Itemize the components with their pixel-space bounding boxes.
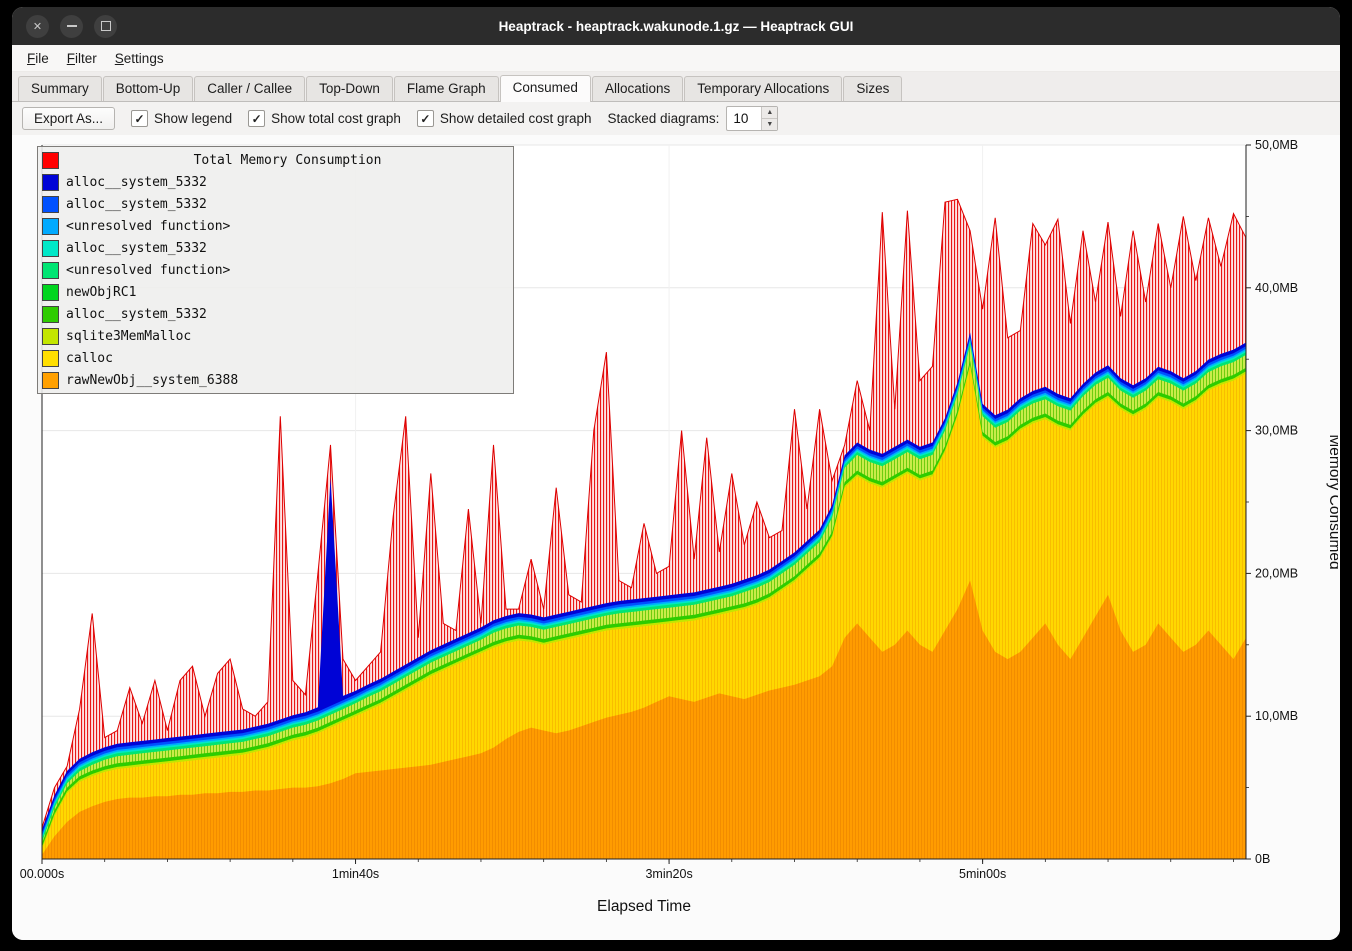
legend-row: calloc [42,347,509,369]
stacked-diagrams-label: Stacked diagrams: [608,111,720,126]
menu-settings[interactable]: Settings [106,48,173,69]
tab-summary[interactable]: Summary [18,76,102,101]
window-controls: ✕ [26,7,128,45]
legend-row: <unresolved function> [42,215,509,237]
minimize-icon [67,25,77,27]
menu-file[interactable]: File [18,48,58,69]
legend-label: <unresolved function> [66,263,230,278]
legend-row: alloc__system_5332 [42,193,509,215]
legend-row: alloc__system_5332 [42,237,509,259]
x-tick-label: 3min20s [645,867,692,881]
tab-sizes[interactable]: Sizes [843,76,902,101]
legend-label: calloc [66,351,113,366]
tab-caller-callee[interactable]: Caller / Callee [194,76,305,101]
stacked-diagrams-spinbox[interactable]: 10 ▲ ▼ [726,106,778,131]
checkbox-label: Show legend [154,111,232,126]
y-tick-label: 50,0MB [1255,138,1298,152]
stacked-diagrams-control: Stacked diagrams: 10 ▲ ▼ [608,106,779,131]
maximize-button[interactable] [94,15,117,38]
legend-row: <unresolved function> [42,259,509,281]
stacked-diagrams-value: 10 [727,107,761,130]
toolbar: Export As... ✓ Show legend ✓ Show total cos… [12,102,1340,135]
legend-row: newObjRC1 [42,281,509,303]
chart-legend: Total Memory Consumption alloc__system_53… [37,146,514,394]
legend-swatch [42,240,59,257]
spin-up-button[interactable]: ▲ [762,107,777,119]
window-title: Heaptrack - heaptrack.wakunode.1.gz — He… [12,19,1340,34]
tab-bottom-up[interactable]: Bottom-Up [103,76,194,101]
x-axis-label: Elapsed Time [597,898,691,915]
legend-label: alloc__system_5332 [66,175,207,190]
close-icon: ✕ [33,20,42,33]
tab-consumed[interactable]: Consumed [500,75,591,102]
legend-swatch [42,152,59,169]
checkbox-label: Show total cost graph [271,111,401,126]
x-tick-label: 1min40s [332,867,379,881]
checkbox-group: ✓ Show legend ✓ Show total cost graph ✓ Show … [131,110,592,127]
maximize-icon [101,21,111,31]
y-tick-label: 30,0MB [1255,424,1298,438]
legend-swatch [42,328,59,345]
spin-buttons: ▲ ▼ [761,107,777,130]
legend-row: alloc__system_5332 [42,171,509,193]
y-tick-label: 20,0MB [1255,566,1298,580]
spin-down-button[interactable]: ▼ [762,119,777,130]
y-tick-label: 0B [1255,852,1270,866]
menubar: FileFilterSettings [12,45,1340,72]
legend-label: rawNewObj__system_6388 [66,373,238,388]
tab-bar: SummaryBottom-UpCaller / CalleeTop-DownF… [12,72,1340,102]
legend-swatch [42,218,59,235]
legend-label: alloc__system_5332 [66,307,207,322]
legend-swatch [42,262,59,279]
legend-label: Total Memory Consumption [66,153,509,168]
y-tick-label: 40,0MB [1255,281,1298,295]
x-tick-label: 5min00s [959,867,1006,881]
y-axis-label: Memory Consumed [1326,434,1338,569]
titlebar: ✕ Heaptrack - heaptrack.wakunode.1.gz — … [12,7,1340,45]
tab-flame-graph[interactable]: Flame Graph [394,76,499,101]
app-window: ✕ Heaptrack - heaptrack.wakunode.1.gz — … [12,7,1340,940]
checkbox-show-total-cost-graph[interactable]: ✓ Show total cost graph [248,110,401,127]
chart-area: 00.000s 1min40s 3min20s 5min00s 0B 10,0MB 20,0… [12,135,1340,940]
legend-row: sqlite3MemMalloc [42,325,509,347]
tab-top-down[interactable]: Top-Down [306,76,393,101]
legend-label: sqlite3MemMalloc [66,329,191,344]
y-tick-label: 10,0MB [1255,709,1298,723]
legend-swatch [42,350,59,367]
legend-row: alloc__system_5332 [42,303,509,325]
export-as-button[interactable]: Export As... [22,107,115,130]
menu-filter[interactable]: Filter [58,48,106,69]
legend-label: alloc__system_5332 [66,197,207,212]
legend-label: <unresolved function> [66,219,230,234]
checkbox-box[interactable]: ✓ [248,110,265,127]
legend-swatch [42,196,59,213]
legend-swatch [42,174,59,191]
checkbox-box[interactable]: ✓ [417,110,434,127]
minimize-button[interactable] [60,15,83,38]
legend-row: rawNewObj__system_6388 [42,369,509,391]
checkbox-box[interactable]: ✓ [131,110,148,127]
legend-swatch [42,306,59,323]
tab-allocations[interactable]: Allocations [592,76,683,101]
legend-title-row: Total Memory Consumption [42,149,509,171]
tab-temporary-allocations[interactable]: Temporary Allocations [684,76,842,101]
legend-label: alloc__system_5332 [66,241,207,256]
checkbox-label: Show detailed cost graph [440,111,592,126]
checkbox-show-legend[interactable]: ✓ Show legend [131,110,232,127]
legend-swatch [42,372,59,389]
checkbox-show-detailed-cost-graph[interactable]: ✓ Show detailed cost graph [417,110,592,127]
x-tick-label: 00.000s [20,867,64,881]
close-button[interactable]: ✕ [26,15,49,38]
legend-swatch [42,284,59,301]
legend-label: newObjRC1 [66,285,136,300]
